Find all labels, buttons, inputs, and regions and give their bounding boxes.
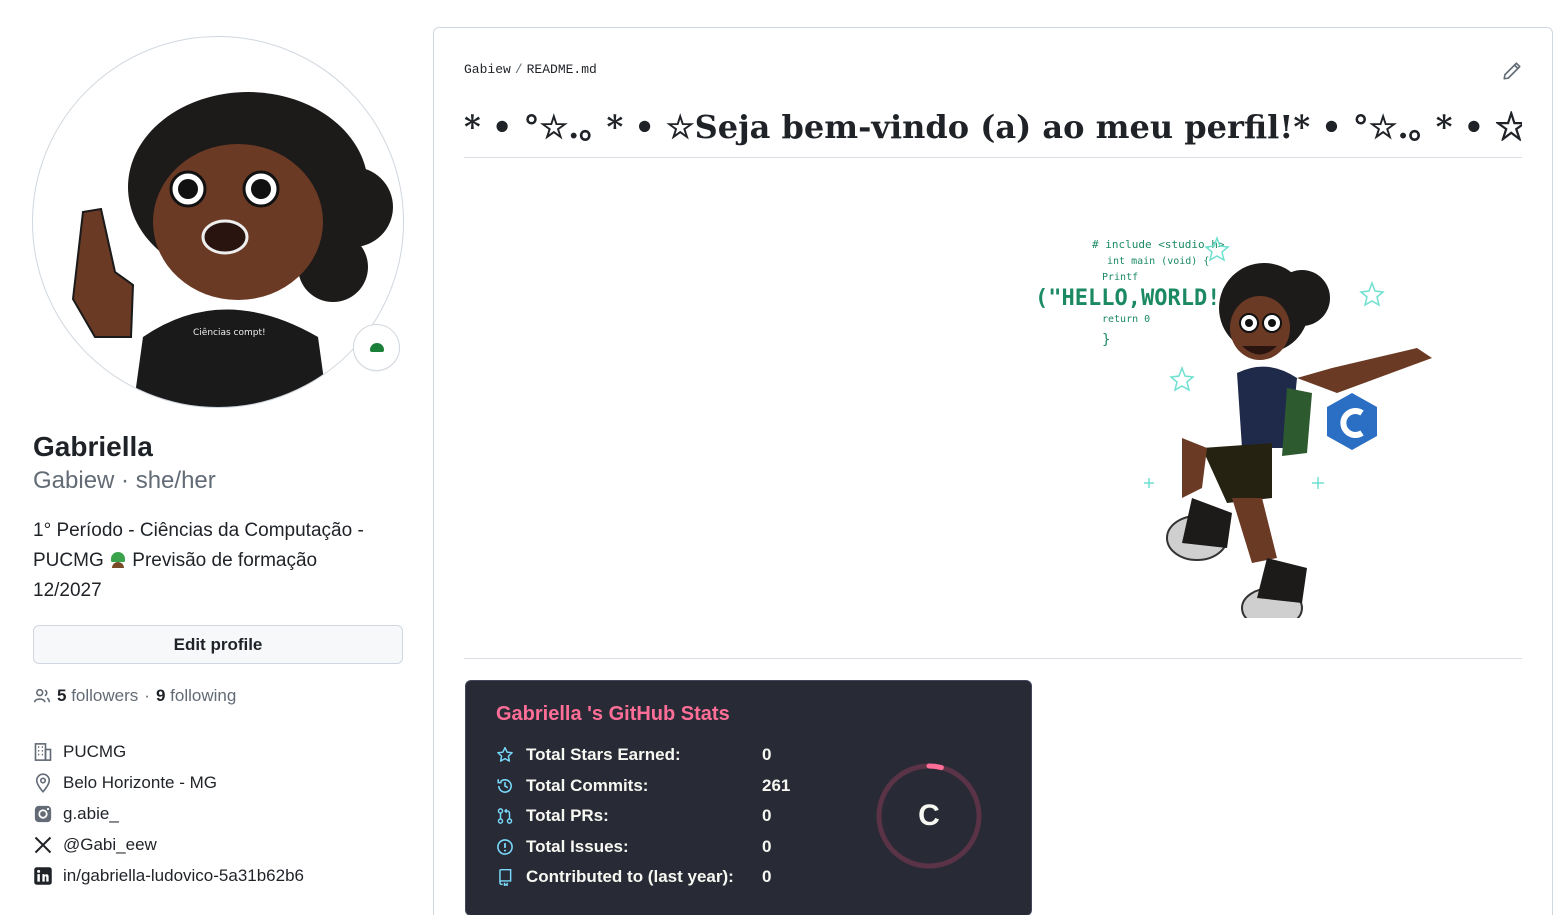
history-icon	[497, 779, 512, 793]
breadcrumb-separator: /	[514, 62, 523, 77]
people-icon	[33, 688, 51, 703]
stat-label: Total Commits:	[526, 776, 649, 795]
avatar-shirt-text: Ciências compt!	[193, 327, 266, 338]
followers-link[interactable]: 5 followers	[57, 686, 138, 706]
follow-stats: 5 followers · 9 following	[33, 686, 236, 706]
profile-name: Gabriella	[33, 431, 153, 462]
readme-illustration: # include <studio.h> int main (void) { P…	[1035, 235, 1432, 618]
pull-request-icon	[497, 808, 513, 824]
c-language-icon	[1327, 393, 1377, 450]
stat-label: Total PRs:	[526, 806, 609, 825]
stat-label: Contributed to (last year):	[526, 867, 734, 886]
organization-icon	[34, 742, 52, 761]
illustration-code-line: return 0	[1102, 314, 1150, 325]
avatar[interactable]: Ciências compt!	[32, 36, 404, 408]
stat-value: 0	[762, 867, 772, 886]
linkedin-icon	[34, 866, 52, 885]
location-text: Belo Horizonte - MG	[63, 772, 217, 792]
bio-line: PUCMG Previsão de formação	[33, 546, 403, 576]
readme-breadcrumb: Gabiew / README.md	[464, 62, 597, 77]
stat-row-prs: Total PRs: 0	[496, 805, 771, 827]
linkedin-link[interactable]: in/gabriella-ludovico-5a31b62b6	[63, 866, 304, 886]
section-divider	[464, 658, 1522, 659]
company-item: PUCMG	[33, 736, 304, 767]
issue-icon	[497, 839, 513, 855]
bio-text: PUCMG	[33, 550, 104, 571]
x-logo-icon	[34, 836, 52, 853]
instagram-item[interactable]: g.abie_	[33, 798, 304, 829]
avatar-illustration: Ciências compt!	[71, 92, 393, 407]
location-item: Belo Horizonte - MG	[33, 767, 304, 798]
illustration-code-line: int main (void) {	[1107, 256, 1209, 267]
readme-owner-link[interactable]: Gabiew	[464, 62, 511, 77]
avatar-container[interactable]: Ciências compt!	[32, 36, 404, 408]
readme-filename: README.md	[526, 62, 597, 77]
location-icon	[35, 772, 51, 793]
linkedin-item[interactable]: in/gabriella-ludovico-5a31b62b6	[33, 860, 304, 891]
stat-label: Total Stars Earned:	[526, 745, 681, 764]
illustration-code-line: Printf	[1102, 272, 1138, 283]
stat-row-stars: Total Stars Earned: 0	[496, 744, 771, 766]
followers-count: 5	[57, 686, 67, 705]
followers-label: followers	[71, 686, 139, 705]
profile-bio: 1° Período - Ciências da Computação - PU…	[33, 516, 403, 606]
stat-value: 0	[762, 745, 772, 764]
stat-value: 261	[762, 776, 791, 795]
seedling-icon	[109, 550, 127, 568]
pencil-icon[interactable]	[1502, 61, 1522, 81]
status-emoji-icon	[369, 343, 384, 352]
instagram-icon	[34, 805, 52, 822]
status-button[interactable]	[353, 324, 400, 371]
stat-row-contributed: Contributed to (last year): 0	[496, 866, 771, 888]
profile-details: PUCMG Belo Horizonte - MG g.abie_ @Gabi_…	[33, 736, 304, 891]
rank-grade: C	[918, 799, 940, 832]
twitter-link[interactable]: @Gabi_eew	[63, 835, 157, 855]
stat-value: 0	[762, 806, 772, 825]
bio-line: 1° Período - Ciências da Computação -	[33, 520, 364, 541]
instagram-link[interactable]: g.abie_	[63, 804, 119, 824]
stat-label: Total Issues:	[526, 837, 629, 856]
readme-heading: * • °☆.｡ * • ☆Seja bem-vindo (a) ao meu …	[464, 100, 1522, 158]
illustration-code-line: }	[1102, 332, 1110, 348]
readme-panel: Gabiew / README.md * • °☆.｡ * • ☆Seja be…	[433, 27, 1553, 915]
edit-profile-button[interactable]: Edit profile	[33, 625, 403, 664]
following-count: 9	[155, 686, 166, 705]
following-link[interactable]: 9 following	[156, 686, 236, 706]
bio-text: Previsão de formação	[132, 550, 318, 571]
star-icon	[497, 746, 513, 762]
following-label: following	[170, 686, 237, 705]
company-text: PUCMG	[63, 741, 127, 761]
stat-value: 0	[762, 837, 772, 856]
bio-line: 12/2027	[33, 580, 102, 601]
stat-row-commits: Total Commits: 261	[496, 775, 790, 797]
separator-dot: ·	[144, 686, 150, 705]
repo-icon	[499, 868, 512, 886]
twitter-item[interactable]: @Gabi_eew	[33, 829, 304, 860]
github-stats-card: Gabriella 's GitHub Stats Total Stars Ea…	[465, 680, 1032, 915]
stat-row-issues: Total Issues: 0	[496, 836, 771, 858]
profile-login: Gabiew · she/her	[33, 467, 216, 494]
illustration-code-line: # include <studio.h>	[1092, 238, 1225, 251]
stats-title: Gabriella 's GitHub Stats	[496, 703, 730, 725]
